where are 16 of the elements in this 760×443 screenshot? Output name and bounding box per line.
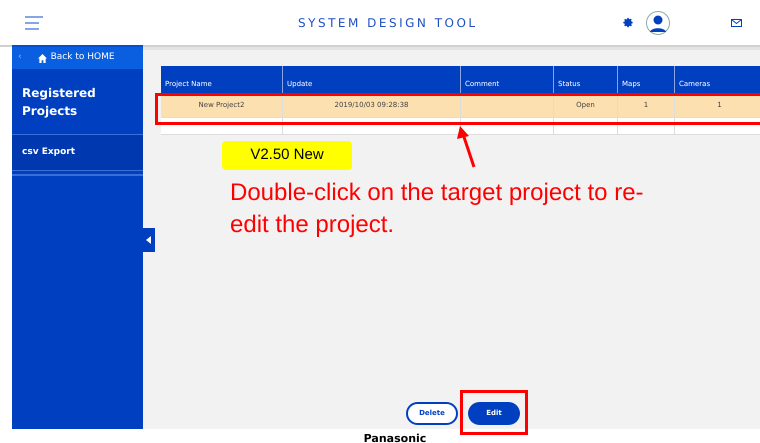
menu-icon[interactable] xyxy=(25,16,43,30)
arrow xyxy=(457,126,477,168)
back-to-home-link[interactable]: ‹ Back to HOME xyxy=(12,47,143,69)
instruction-note: Double-click on the target project to re-edit the project. xyxy=(230,178,645,240)
settings-icon[interactable] xyxy=(622,17,634,28)
chevron-left-icon: ‹ xyxy=(18,51,22,65)
sidebar-item[interactable]: csv Export xyxy=(12,135,143,171)
highlight-frame xyxy=(460,390,528,435)
collapse-tab[interactable] xyxy=(141,228,155,252)
brand-logo: Panasonic xyxy=(364,432,426,443)
version-badge: V2.50 New xyxy=(222,141,352,170)
app-title: SYSTEM DESIGN TOOL xyxy=(298,14,478,32)
home-icon xyxy=(38,54,47,62)
user-avatar-icon[interactable] xyxy=(646,10,670,34)
triangle-left-icon xyxy=(146,236,150,244)
mail-icon[interactable] xyxy=(730,18,742,26)
